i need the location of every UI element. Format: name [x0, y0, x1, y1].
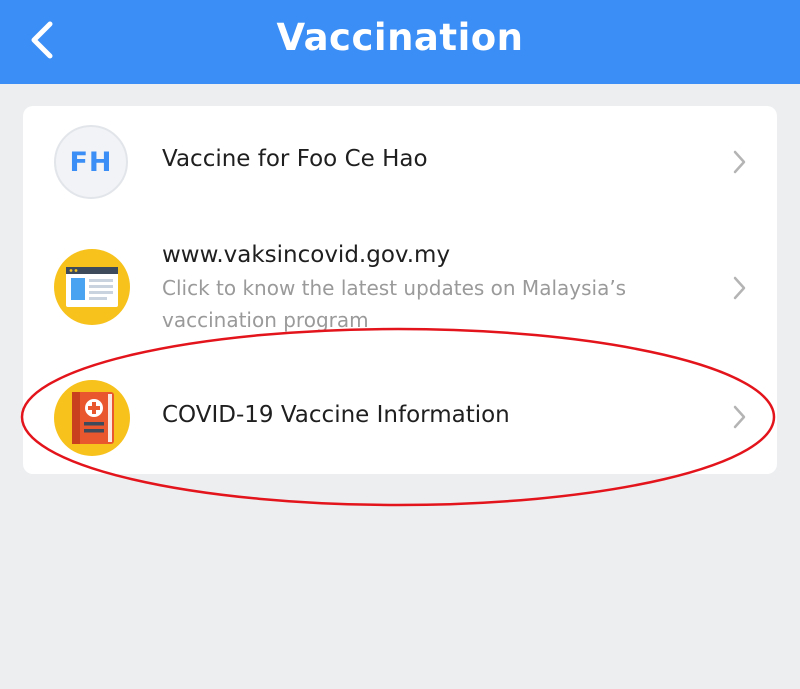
page-title: Vaccination — [276, 16, 524, 59]
chevron-right-icon — [733, 405, 746, 429]
vaccination-menu-card: FH Vaccine for Foo Ce Hao www.vaksincovi… — [23, 106, 777, 474]
webpage-icon — [54, 249, 130, 325]
chevron-right-icon — [733, 276, 746, 300]
list-item-title: Vaccine for Foo Ce Hao — [162, 146, 428, 172]
list-item-title: www.vaksincovid.gov.my — [162, 242, 451, 268]
avatar: FH — [54, 125, 128, 199]
chevron-right-icon — [733, 150, 746, 174]
app-header: Vaccination — [0, 0, 800, 84]
list-item-title: COVID-19 Vaccine Information — [162, 402, 510, 428]
list-item-subtitle: Click to know the latest updates on Mala… — [162, 276, 627, 332]
medical-book-icon — [54, 380, 130, 456]
